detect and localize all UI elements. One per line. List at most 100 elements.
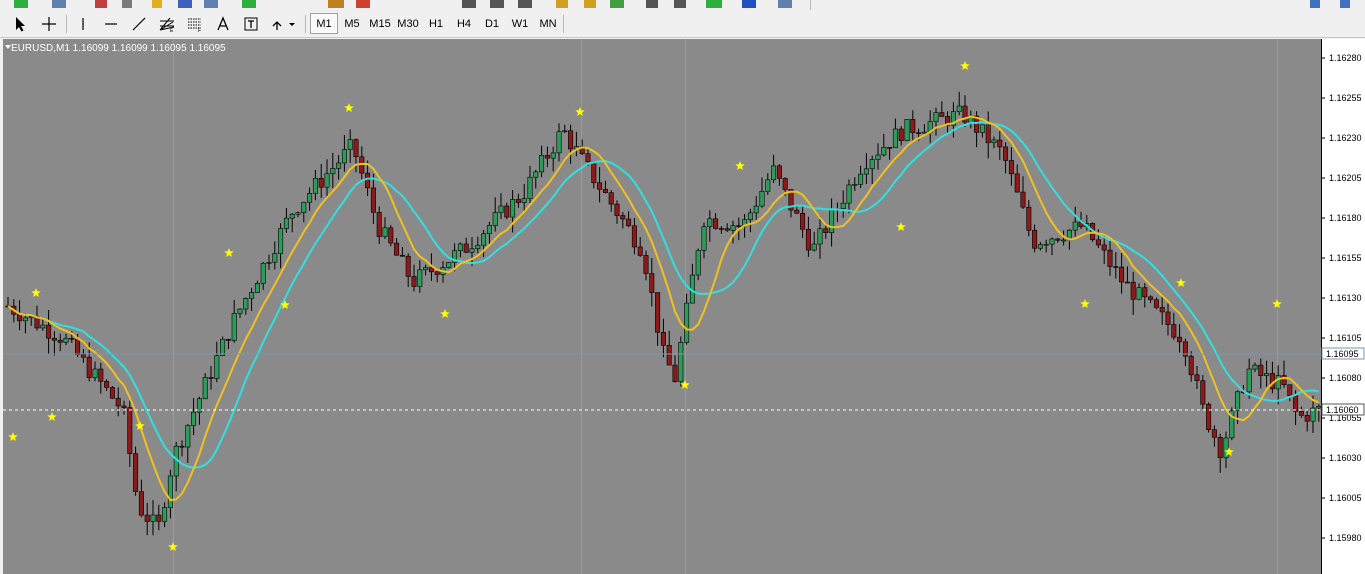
profiles-icon[interactable] — [52, 0, 66, 8]
fibonacci-button[interactable]: F — [184, 13, 206, 34]
trendline-button[interactable] — [128, 13, 150, 34]
navigator-icon[interactable] — [122, 0, 132, 8]
price-label: 1.16180 — [1329, 213, 1362, 223]
auto-scroll-icon[interactable] — [674, 0, 686, 8]
window-close-icon[interactable] — [1340, 0, 1350, 8]
candle-body — [1107, 249, 1113, 267]
timeframe-m5-button[interactable]: M5 — [338, 13, 366, 34]
new-order-icon[interactable] — [242, 0, 256, 8]
candle-body — [771, 165, 777, 181]
price-chart[interactable]: 1.16280 1.16255 1.16230 1.16205 1.16180 1.161… — [3, 39, 1365, 574]
strategy-tester-icon[interactable] — [204, 0, 218, 8]
svg-text:F: F — [198, 28, 201, 32]
candle-body — [811, 243, 817, 251]
horizontal-line-button[interactable] — [100, 13, 122, 34]
candle-body — [301, 201, 307, 213]
candle-body — [434, 271, 440, 275]
fibonacci-fan-icon: E — [159, 17, 175, 32]
candle — [1229, 407, 1235, 441]
toolbar-separator — [305, 15, 306, 33]
candle-body — [713, 218, 719, 229]
candle-body — [243, 298, 249, 310]
arrows-button[interactable] — [268, 13, 298, 34]
candle-body — [1153, 299, 1159, 308]
cursor-button[interactable] — [10, 13, 32, 34]
vertical-line-button[interactable] — [72, 13, 94, 34]
candle-body — [794, 209, 800, 214]
candle-body — [283, 217, 289, 229]
candle-body — [1113, 266, 1119, 268]
bar-chart-icon[interactable] — [462, 0, 476, 8]
autotrading-icon[interactable] — [356, 0, 370, 8]
candle-body — [428, 267, 434, 273]
plot-area — [3, 39, 1321, 574]
candle-body — [1026, 206, 1032, 231]
chart-window[interactable]: 1.16280 1.16255 1.16230 1.16205 1.16180 1.161… — [3, 39, 1365, 574]
candle — [678, 336, 684, 387]
text-label-button[interactable] — [240, 13, 262, 34]
terminal-icon[interactable] — [178, 0, 192, 8]
candle-body — [1304, 415, 1310, 422]
market-watch-icon[interactable] — [95, 0, 107, 8]
candle-body — [121, 405, 127, 408]
candle-body — [1287, 384, 1293, 396]
candle-body — [353, 139, 359, 158]
new-chart-icon[interactable] — [14, 0, 28, 8]
candle-body — [898, 128, 904, 141]
candle-body — [1194, 374, 1200, 381]
timeframe-w1-button[interactable]: W1 — [506, 13, 534, 34]
zoom-in-icon[interactable] — [556, 0, 568, 8]
toolbar-divider — [810, 0, 811, 10]
candle-body — [162, 507, 168, 522]
timeframe-m15-button[interactable]: M15 — [366, 13, 394, 34]
timeframe-m30-button[interactable]: M30 — [394, 13, 422, 34]
window-arrow-icon[interactable] — [1310, 0, 1320, 8]
candle-body — [997, 139, 1003, 148]
periods-icon[interactable] — [742, 0, 756, 8]
candle-body — [266, 262, 272, 264]
indicators-icon[interactable] — [706, 0, 722, 8]
zoom-out-icon[interactable] — [584, 0, 596, 8]
candle-body — [80, 354, 86, 358]
timeframe-d1-button[interactable]: D1 — [478, 13, 506, 34]
candle-body — [631, 225, 637, 248]
candle-body — [167, 475, 173, 508]
candle-body — [399, 254, 405, 257]
metaeditor-icon[interactable] — [328, 0, 344, 8]
candle-body — [539, 155, 545, 173]
candle-body — [544, 155, 550, 159]
favorites-icon[interactable] — [152, 0, 162, 8]
text-button[interactable] — [212, 13, 234, 34]
timeframe-mn-button[interactable]: MN — [534, 13, 562, 34]
line-chart-icon[interactable] — [518, 0, 532, 8]
timeframe-h1-button[interactable]: H1 — [422, 13, 450, 34]
fibonacci-fan-button[interactable]: E — [156, 13, 178, 34]
chart-shift-icon[interactable] — [646, 0, 658, 8]
crosshair-button[interactable] — [38, 13, 60, 34]
candle-body — [1020, 191, 1026, 208]
candle-body — [1252, 364, 1258, 370]
candle-chart-icon[interactable] — [490, 0, 504, 8]
timeframe-h4-button[interactable]: H4 — [450, 13, 478, 34]
candle-body — [724, 228, 730, 231]
symbol-label: EURUSD,M1 1.16099 1.16099 1.16095 1.1609… — [11, 43, 226, 54]
candle-body — [208, 377, 214, 379]
candle-body — [1003, 146, 1009, 161]
text-label-icon — [244, 17, 258, 30]
candle-body — [1275, 375, 1281, 390]
candle-body — [249, 292, 255, 299]
candle-body — [979, 124, 985, 133]
candle-body — [1055, 238, 1061, 241]
candle-body — [1211, 429, 1217, 438]
candle-body — [1061, 239, 1067, 242]
candle-body — [382, 227, 388, 237]
timeframe-m1-button[interactable]: M1 — [310, 13, 338, 34]
price-label: 1.16030 — [1329, 453, 1362, 463]
candle-body — [678, 342, 684, 382]
candle-body — [620, 215, 626, 220]
candle-body — [556, 131, 562, 154]
candle-body — [463, 243, 469, 253]
tile-windows-icon[interactable] — [610, 0, 624, 8]
templates-icon[interactable] — [778, 0, 792, 8]
candle — [446, 261, 452, 269]
